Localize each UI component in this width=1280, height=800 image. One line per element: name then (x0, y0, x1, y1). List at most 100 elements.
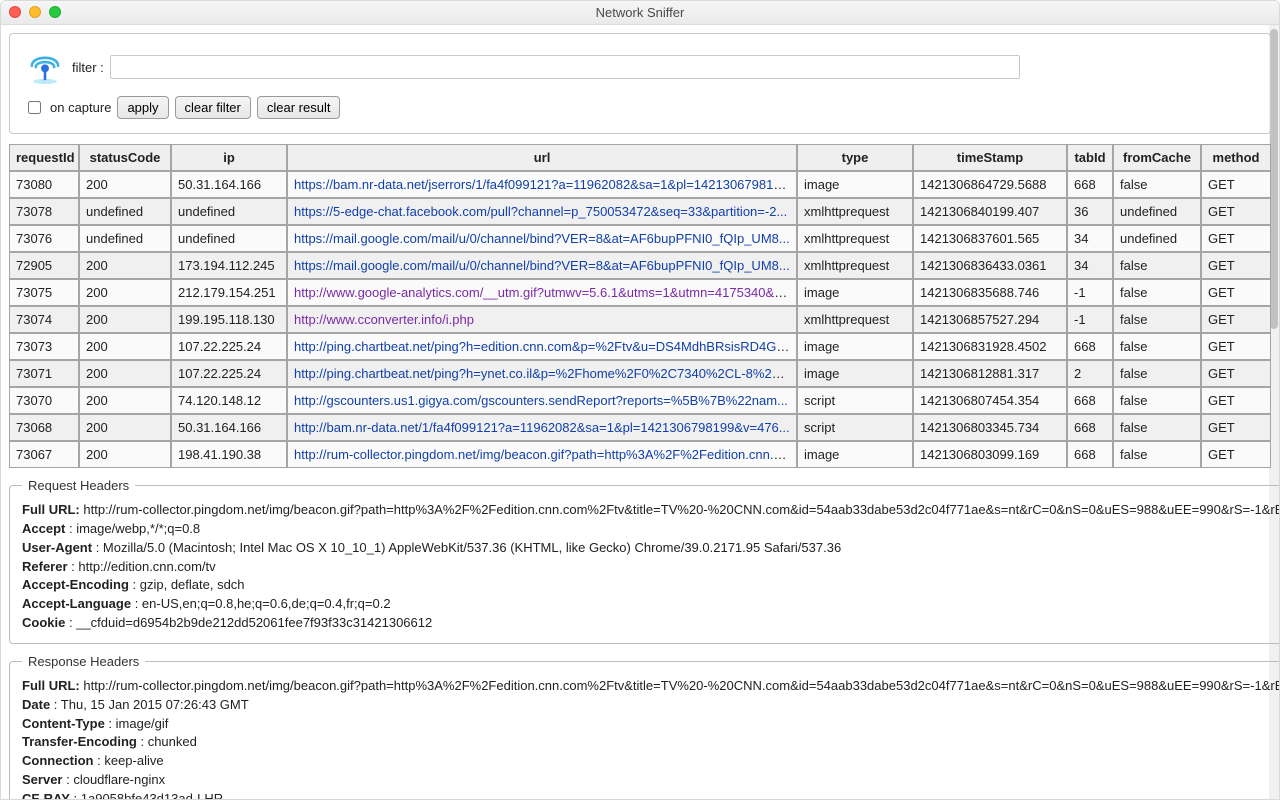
cell-statusCode: 200 (79, 441, 171, 468)
table-row[interactable]: 7307020074.120.148.12http://gscounters.u… (9, 387, 1271, 414)
col-header-tabid[interactable]: tabId (1067, 144, 1113, 171)
cell-fromCache: false (1113, 171, 1201, 198)
col-header-url[interactable]: url (287, 144, 797, 171)
col-header-type[interactable]: type (797, 144, 913, 171)
cell-type: script (797, 387, 913, 414)
cell-timeStamp: 1421306840199.407 (913, 198, 1067, 225)
on-capture-label: on capture (50, 100, 111, 115)
response-headers-legend: Response Headers (22, 654, 145, 669)
url-link[interactable]: https://5-edge-chat.facebook.com/pull?ch… (294, 204, 787, 219)
cell-tabId: 668 (1067, 171, 1113, 198)
response-full-url: Full URL: http://rum-collector.pingdom.n… (22, 677, 1279, 696)
table-header-row: requestId statusCode ip url type timeSta… (9, 144, 1271, 171)
cell-timeStamp: 1421306803099.169 (913, 441, 1067, 468)
cell-type: image (797, 171, 913, 198)
url-link[interactable]: http://www.cconverter.info/i.php (294, 312, 474, 327)
cell-timeStamp: 1421306837601.565 (913, 225, 1067, 252)
col-header-method[interactable]: method (1201, 144, 1271, 171)
col-header-requestid[interactable]: requestId (9, 144, 79, 171)
table-row[interactable]: 73067200198.41.190.38http://rum-collecto… (9, 441, 1271, 468)
request-header-line: Cookie : __cfduid=d6954b2b9de212dd52061f… (22, 614, 1279, 633)
url-link[interactable]: https://mail.google.com/mail/u/0/channel… (294, 231, 790, 246)
col-header-statuscode[interactable]: statusCode (79, 144, 171, 171)
cell-url: http://www.cconverter.info/i.php (287, 306, 797, 333)
maximize-window-icon[interactable] (49, 6, 61, 18)
cell-method: GET (1201, 279, 1271, 306)
request-header-line: Accept-Language : en-US,en;q=0.8,he;q=0.… (22, 595, 1279, 614)
table-row[interactable]: 73074200199.195.118.130 http://www.cconve… (9, 306, 1271, 333)
cell-timeStamp: 1421306812881.317 (913, 360, 1067, 387)
cell-type: xmlhttprequest (797, 225, 913, 252)
cell-timeStamp: 1421306803345.734 (913, 414, 1067, 441)
request-header-line: Accept : image/webp,*/*;q=0.8 (22, 520, 1279, 539)
filter-label: filter : (72, 60, 104, 75)
cell-requestId: 73076 (9, 225, 79, 252)
clear-result-button[interactable]: clear result (257, 96, 341, 119)
table-row[interactable]: 73073200107.22.225.24http://ping.chartbe… (9, 333, 1271, 360)
cell-url: http://ping.chartbeat.net/ping?h=ynet.co… (287, 360, 797, 387)
cell-fromCache: false (1113, 360, 1201, 387)
cell-method: GET (1201, 360, 1271, 387)
cell-method: GET (1201, 441, 1271, 468)
url-link[interactable]: http://gscounters.us1.gigya.com/gscounte… (294, 393, 788, 408)
col-header-ip[interactable]: ip (171, 144, 287, 171)
request-header-line: Referer : http://edition.cnn.com/tv (22, 558, 1279, 577)
clear-filter-button[interactable]: clear filter (175, 96, 251, 119)
table-row[interactable]: 73075200212.179.154.251http://www.google… (9, 279, 1271, 306)
cell-requestId: 73080 (9, 171, 79, 198)
cell-tabId: 668 (1067, 333, 1113, 360)
cell-ip: 199.195.118.130 (171, 306, 287, 333)
table-row[interactable]: 73078undefinedundefinedhttps://5-edge-ch… (9, 198, 1271, 225)
cell-tabId: 668 (1067, 414, 1113, 441)
cell-statusCode: 200 (79, 387, 171, 414)
table-row[interactable]: 7308020050.31.164.166https://bam.nr-data… (9, 171, 1271, 198)
url-link[interactable]: http://rum-collector.pingdom.net/img/bea… (294, 447, 791, 462)
url-link[interactable]: https://bam.nr-data.net/jserrors/1/fa4f0… (294, 177, 791, 192)
cell-requestId: 72905 (9, 252, 79, 279)
col-header-fromcache[interactable]: fromCache (1113, 144, 1201, 171)
url-link[interactable]: http://bam.nr-data.net/1/fa4f099121?a=11… (294, 420, 790, 435)
cell-ip: 212.179.154.251 (171, 279, 287, 306)
cell-method: GET (1201, 198, 1271, 225)
url-link[interactable]: http://www.google-analytics.com/__utm.gi… (294, 285, 792, 300)
cell-method: GET (1201, 387, 1271, 414)
request-headers-panel: Request Headers Full URL: http://rum-col… (9, 478, 1279, 644)
apply-button[interactable]: apply (117, 96, 168, 119)
cell-requestId: 73075 (9, 279, 79, 306)
cell-tabId: 34 (1067, 252, 1113, 279)
cell-timeStamp: 1421306864729.5688 (913, 171, 1067, 198)
cell-method: GET (1201, 252, 1271, 279)
cell-requestId: 73068 (9, 414, 79, 441)
cell-requestId: 73074 (9, 306, 79, 333)
close-window-icon[interactable] (9, 6, 21, 18)
url-link[interactable]: http://ping.chartbeat.net/ping?h=edition… (294, 339, 794, 354)
cell-timeStamp: 1421306857527.294 (913, 306, 1067, 333)
cell-type: xmlhttprequest (797, 306, 913, 333)
response-headers-panel: Response Headers Full URL: http://rum-co… (9, 654, 1279, 799)
table-row[interactable]: 72905200173.194.112.245https://mail.goog… (9, 252, 1271, 279)
cell-type: script (797, 414, 913, 441)
minimize-window-icon[interactable] (29, 6, 41, 18)
cell-statusCode: 200 (79, 171, 171, 198)
table-row[interactable]: 7306820050.31.164.166http://bam.nr-data.… (9, 414, 1271, 441)
request-header-line: Accept-Encoding : gzip, deflate, sdch (22, 576, 1279, 595)
cell-fromCache: false (1113, 333, 1201, 360)
cell-requestId: 73070 (9, 387, 79, 414)
col-header-timestamp[interactable]: timeStamp (913, 144, 1067, 171)
cell-url: http://www.google-analytics.com/__utm.gi… (287, 279, 797, 306)
url-link[interactable]: https://mail.google.com/mail/u/0/channel… (294, 258, 790, 273)
table-row[interactable]: 73071200107.22.225.24http://ping.chartbe… (9, 360, 1271, 387)
cell-type: image (797, 279, 913, 306)
cell-tabId: 668 (1067, 387, 1113, 414)
cell-timeStamp: 1421306836433.0361 (913, 252, 1067, 279)
cell-requestId: 73073 (9, 333, 79, 360)
table-row[interactable]: 73076undefinedundefinedhttps://mail.goog… (9, 225, 1271, 252)
cell-type: image (797, 441, 913, 468)
cell-url: http://ping.chartbeat.net/ping?h=edition… (287, 333, 797, 360)
url-link[interactable]: http://ping.chartbeat.net/ping?h=ynet.co… (294, 366, 792, 381)
filter-input[interactable] (110, 55, 1020, 79)
on-capture-checkbox[interactable] (28, 101, 41, 114)
cell-url: http://bam.nr-data.net/1/fa4f099121?a=11… (287, 414, 797, 441)
cell-url: https://5-edge-chat.facebook.com/pull?ch… (287, 198, 797, 225)
cell-statusCode: 200 (79, 306, 171, 333)
